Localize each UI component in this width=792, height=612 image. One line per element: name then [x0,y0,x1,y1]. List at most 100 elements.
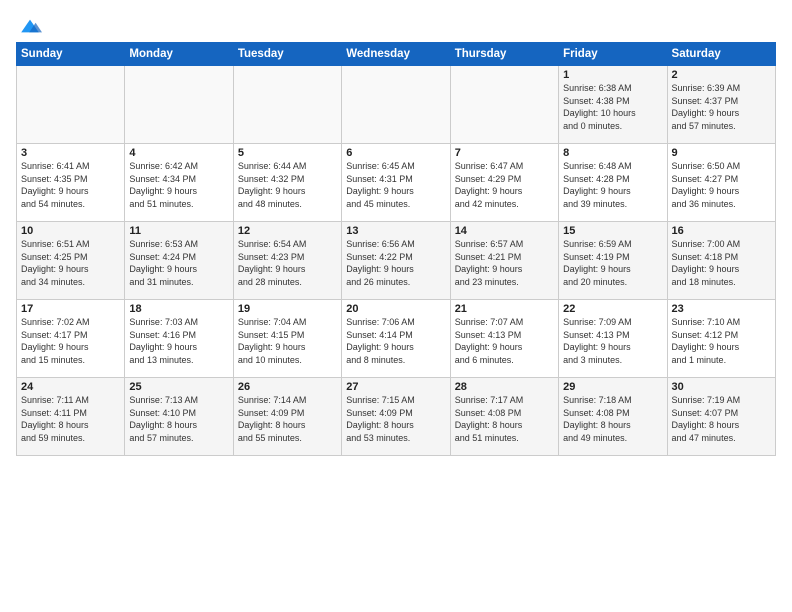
day-info: Sunrise: 7:18 AM Sunset: 4:08 PM Dayligh… [563,394,662,444]
page: SundayMondayTuesdayWednesdayThursdayFrid… [0,0,792,466]
day-number: 24 [21,381,120,393]
day-info: Sunrise: 6:51 AM Sunset: 4:25 PM Dayligh… [21,238,120,288]
day-number: 17 [21,303,120,315]
day-info: Sunrise: 7:15 AM Sunset: 4:09 PM Dayligh… [346,394,445,444]
day-info: Sunrise: 7:11 AM Sunset: 4:11 PM Dayligh… [21,394,120,444]
day-number: 3 [21,147,120,159]
day-info: Sunrise: 7:02 AM Sunset: 4:17 PM Dayligh… [21,316,120,366]
day-number: 20 [346,303,445,315]
day-info: Sunrise: 6:50 AM Sunset: 4:27 PM Dayligh… [672,160,771,210]
header-row: SundayMondayTuesdayWednesdayThursdayFrid… [17,43,776,66]
day-info: Sunrise: 6:39 AM Sunset: 4:37 PM Dayligh… [672,82,771,132]
day-info: Sunrise: 6:53 AM Sunset: 4:24 PM Dayligh… [129,238,228,288]
day-cell: 9Sunrise: 6:50 AM Sunset: 4:27 PM Daylig… [667,144,775,222]
day-info: Sunrise: 7:19 AM Sunset: 4:07 PM Dayligh… [672,394,771,444]
calendar-table: SundayMondayTuesdayWednesdayThursdayFrid… [16,42,776,456]
day-cell: 4Sunrise: 6:42 AM Sunset: 4:34 PM Daylig… [125,144,233,222]
day-number: 21 [455,303,554,315]
day-info: Sunrise: 6:57 AM Sunset: 4:21 PM Dayligh… [455,238,554,288]
col-header-sunday: Sunday [17,43,125,66]
day-cell: 24Sunrise: 7:11 AM Sunset: 4:11 PM Dayli… [17,378,125,456]
day-number: 26 [238,381,337,393]
day-number: 30 [672,381,771,393]
day-cell: 27Sunrise: 7:15 AM Sunset: 4:09 PM Dayli… [342,378,450,456]
day-number: 29 [563,381,662,393]
day-info: Sunrise: 7:00 AM Sunset: 4:18 PM Dayligh… [672,238,771,288]
day-info: Sunrise: 7:17 AM Sunset: 4:08 PM Dayligh… [455,394,554,444]
day-number: 10 [21,225,120,237]
day-number: 13 [346,225,445,237]
day-info: Sunrise: 6:54 AM Sunset: 4:23 PM Dayligh… [238,238,337,288]
day-cell: 29Sunrise: 7:18 AM Sunset: 4:08 PM Dayli… [559,378,667,456]
day-cell [450,66,558,144]
day-number: 22 [563,303,662,315]
day-info: Sunrise: 7:13 AM Sunset: 4:10 PM Dayligh… [129,394,228,444]
day-number: 2 [672,69,771,81]
day-info: Sunrise: 6:38 AM Sunset: 4:38 PM Dayligh… [563,82,662,132]
col-header-tuesday: Tuesday [233,43,341,66]
day-cell: 30Sunrise: 7:19 AM Sunset: 4:07 PM Dayli… [667,378,775,456]
day-info: Sunrise: 6:44 AM Sunset: 4:32 PM Dayligh… [238,160,337,210]
day-cell: 6Sunrise: 6:45 AM Sunset: 4:31 PM Daylig… [342,144,450,222]
day-cell: 5Sunrise: 6:44 AM Sunset: 4:32 PM Daylig… [233,144,341,222]
day-cell: 28Sunrise: 7:17 AM Sunset: 4:08 PM Dayli… [450,378,558,456]
day-info: Sunrise: 6:41 AM Sunset: 4:35 PM Dayligh… [21,160,120,210]
day-info: Sunrise: 6:45 AM Sunset: 4:31 PM Dayligh… [346,160,445,210]
day-info: Sunrise: 6:42 AM Sunset: 4:34 PM Dayligh… [129,160,228,210]
day-cell: 26Sunrise: 7:14 AM Sunset: 4:09 PM Dayli… [233,378,341,456]
day-info: Sunrise: 6:48 AM Sunset: 4:28 PM Dayligh… [563,160,662,210]
day-cell: 23Sunrise: 7:10 AM Sunset: 4:12 PM Dayli… [667,300,775,378]
day-cell: 21Sunrise: 7:07 AM Sunset: 4:13 PM Dayli… [450,300,558,378]
logo [16,16,42,36]
day-cell: 10Sunrise: 6:51 AM Sunset: 4:25 PM Dayli… [17,222,125,300]
day-number: 14 [455,225,554,237]
col-header-monday: Monday [125,43,233,66]
day-cell: 14Sunrise: 6:57 AM Sunset: 4:21 PM Dayli… [450,222,558,300]
day-number: 6 [346,147,445,159]
col-header-friday: Friday [559,43,667,66]
col-header-thursday: Thursday [450,43,558,66]
day-info: Sunrise: 7:06 AM Sunset: 4:14 PM Dayligh… [346,316,445,366]
day-number: 7 [455,147,554,159]
day-cell: 25Sunrise: 7:13 AM Sunset: 4:10 PM Dayli… [125,378,233,456]
logo-icon [18,16,42,36]
day-cell: 1Sunrise: 6:38 AM Sunset: 4:38 PM Daylig… [559,66,667,144]
day-info: Sunrise: 7:07 AM Sunset: 4:13 PM Dayligh… [455,316,554,366]
day-number: 16 [672,225,771,237]
day-info: Sunrise: 7:14 AM Sunset: 4:09 PM Dayligh… [238,394,337,444]
day-number: 25 [129,381,228,393]
col-header-wednesday: Wednesday [342,43,450,66]
week-row-2: 3Sunrise: 6:41 AM Sunset: 4:35 PM Daylig… [17,144,776,222]
week-row-3: 10Sunrise: 6:51 AM Sunset: 4:25 PM Dayli… [17,222,776,300]
day-info: Sunrise: 6:47 AM Sunset: 4:29 PM Dayligh… [455,160,554,210]
day-cell: 22Sunrise: 7:09 AM Sunset: 4:13 PM Dayli… [559,300,667,378]
day-number: 9 [672,147,771,159]
day-number: 5 [238,147,337,159]
day-info: Sunrise: 7:03 AM Sunset: 4:16 PM Dayligh… [129,316,228,366]
day-number: 19 [238,303,337,315]
day-info: Sunrise: 7:09 AM Sunset: 4:13 PM Dayligh… [563,316,662,366]
day-info: Sunrise: 7:10 AM Sunset: 4:12 PM Dayligh… [672,316,771,366]
day-cell: 17Sunrise: 7:02 AM Sunset: 4:17 PM Dayli… [17,300,125,378]
day-number: 27 [346,381,445,393]
day-cell: 18Sunrise: 7:03 AM Sunset: 4:16 PM Dayli… [125,300,233,378]
day-cell: 7Sunrise: 6:47 AM Sunset: 4:29 PM Daylig… [450,144,558,222]
week-row-1: 1Sunrise: 6:38 AM Sunset: 4:38 PM Daylig… [17,66,776,144]
day-cell: 11Sunrise: 6:53 AM Sunset: 4:24 PM Dayli… [125,222,233,300]
day-cell: 3Sunrise: 6:41 AM Sunset: 4:35 PM Daylig… [17,144,125,222]
day-info: Sunrise: 6:56 AM Sunset: 4:22 PM Dayligh… [346,238,445,288]
day-cell: 2Sunrise: 6:39 AM Sunset: 4:37 PM Daylig… [667,66,775,144]
day-number: 8 [563,147,662,159]
day-number: 23 [672,303,771,315]
col-header-saturday: Saturday [667,43,775,66]
day-cell: 19Sunrise: 7:04 AM Sunset: 4:15 PM Dayli… [233,300,341,378]
day-number: 12 [238,225,337,237]
day-number: 11 [129,225,228,237]
day-cell: 15Sunrise: 6:59 AM Sunset: 4:19 PM Dayli… [559,222,667,300]
day-number: 18 [129,303,228,315]
day-cell [125,66,233,144]
day-cell [233,66,341,144]
day-cell [342,66,450,144]
day-cell: 8Sunrise: 6:48 AM Sunset: 4:28 PM Daylig… [559,144,667,222]
day-info: Sunrise: 6:59 AM Sunset: 4:19 PM Dayligh… [563,238,662,288]
